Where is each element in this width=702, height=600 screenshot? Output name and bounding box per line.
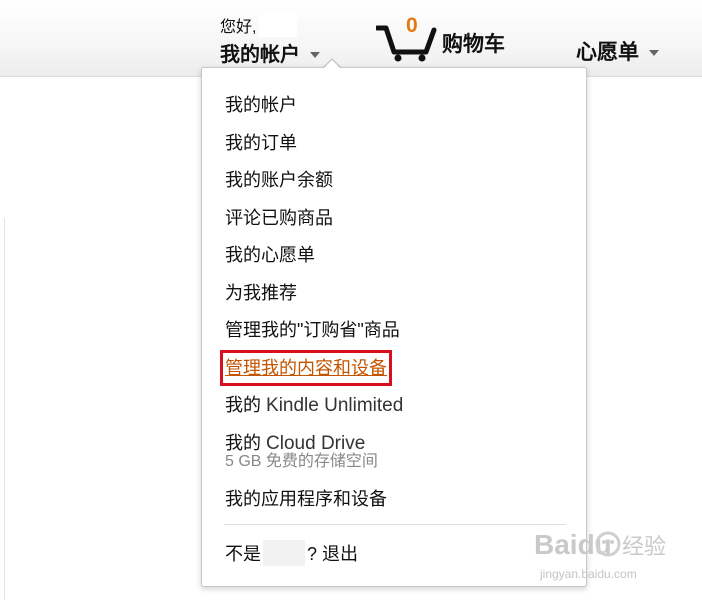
menu-item-my-orders[interactable]: 我的订单 [225,130,403,168]
chevron-down-icon [649,50,659,56]
svg-text:Baidu: Baidu [534,529,612,560]
menu-item-subscribe-save[interactable]: 管理我的"订购省"商品 [225,317,403,355]
account-menu-trigger[interactable]: 您好, 我的帐户 [220,13,320,67]
cart-label: 购物车 [442,33,505,56]
cart-link[interactable]: 0 购物车 [374,14,505,62]
cloud-drive-storage-note: 5 GB 免费的存储空间 [225,452,378,470]
account-dropdown: 我的帐户 我的订单 我的账户余额 评论已购商品 我的心愿单 为我推荐 管理我的"… [201,67,587,587]
greeting-text: 您好, [220,19,257,36]
menu-item-account-balance[interactable]: 我的账户余额 [225,167,403,205]
signout-prefix: 不是 [225,544,261,564]
chevron-down-icon [310,51,320,58]
menu-item-prefix: 我的 [225,395,261,415]
username-mask [263,540,305,566]
account-link-label: 我的帐户 [220,44,300,66]
svg-text:经验: 经验 [622,535,666,560]
wishlist-link[interactable]: 心愿单 [576,36,659,66]
signout-suffix: ? 退出 [307,544,359,564]
svg-text:jingyan.baidu.com: jingyan.baidu.com [539,567,637,581]
menu-divider [224,524,566,525]
cart-count: 0 [406,14,418,37]
menu-item-recommendations[interactable]: 为我推荐 [225,280,403,318]
dropdown-pointer-fill [323,60,341,69]
menu-item-my-wishlist[interactable]: 我的心愿单 [225,242,403,280]
menu-item-review-purchases[interactable]: 评论已购商品 [225,205,403,243]
baidu-watermark: Baidu 经验 jingyan.baidu.com [520,520,670,590]
username-mask [259,13,298,37]
menu-item-kindle-unlimited[interactable]: 我的 Kindle Unlimited [225,392,403,430]
menu-item-prefix: 我的 [225,432,261,453]
page-edge [0,218,5,600]
menu-item-latin-label: Kindle Unlimited [266,395,404,416]
menu-item-latin-label: Cloud Drive [266,432,366,454]
menu-item-manage-content-devices[interactable]: 管理我的内容和设备 [220,349,392,386]
cart-icon: 0 [374,14,438,62]
account-menu-list: 我的帐户 我的订单 我的账户余额 评论已购商品 我的心愿单 为我推荐 管理我的"… [220,92,403,524]
menu-item-my-account[interactable]: 我的帐户 [225,92,403,130]
account-link[interactable]: 我的帐户 [220,38,320,67]
baidu-logo-icon: Baidu 经验 jingyan.baidu.com [534,529,666,581]
signout-link[interactable]: 不是 ? 退出 [225,540,358,566]
menu-item-apps-devices[interactable]: 我的应用程序和设备 [225,486,403,524]
wishlist-label: 心愿单 [576,41,639,64]
